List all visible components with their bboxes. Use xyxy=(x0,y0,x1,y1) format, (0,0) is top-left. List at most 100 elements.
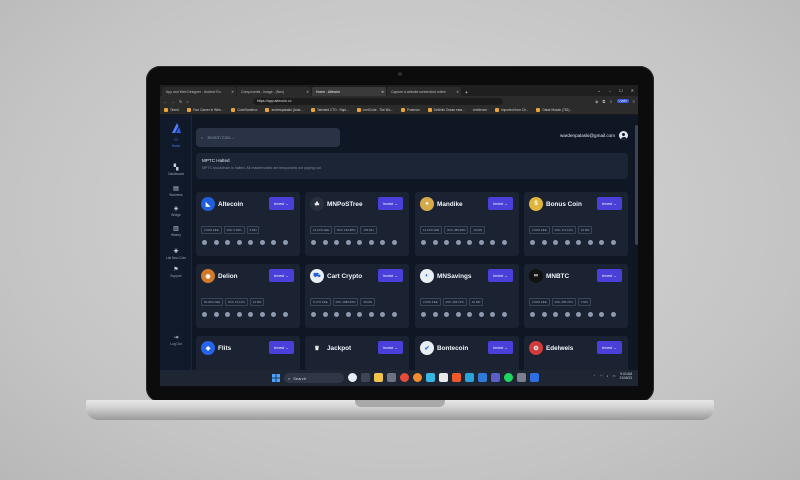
settings-icon[interactable] xyxy=(517,373,526,382)
sidebar-item-logout[interactable]: ⇥ Log Out xyxy=(160,335,192,346)
menu-icon[interactable]: ≡ xyxy=(633,99,635,104)
wifi-icon[interactable]: ◠ xyxy=(600,374,603,378)
invest-button[interactable]: Invest → xyxy=(378,341,403,354)
battery-icon[interactable]: ▭ xyxy=(613,374,616,378)
twitter-icon[interactable] xyxy=(610,240,616,245)
task-view-icon[interactable] xyxy=(361,373,370,382)
chrome-icon[interactable] xyxy=(400,373,409,382)
telegram-icon[interactable] xyxy=(465,373,474,382)
bookmark-item[interactable]: Definitiv Ocean esta... xyxy=(427,108,465,112)
brave-shield-icon[interactable]: ◈ xyxy=(595,99,598,104)
explorer-icon[interactable] xyxy=(322,240,328,245)
brave-icon[interactable] xyxy=(452,373,461,382)
reload-icon[interactable]: ↻ xyxy=(179,99,182,104)
teams-icon[interactable] xyxy=(491,373,500,382)
github-icon[interactable] xyxy=(345,240,351,245)
github-icon[interactable] xyxy=(564,312,570,317)
website-icon[interactable] xyxy=(421,240,426,245)
url-field[interactable]: https://app.altecoin.cc xyxy=(252,97,503,105)
vpn-button[interactable]: • VPN xyxy=(616,99,629,103)
close-window-icon[interactable]: ✕ xyxy=(631,88,634,93)
invest-button[interactable]: Invest → xyxy=(378,269,403,282)
invest-button[interactable]: Invest → xyxy=(378,197,403,210)
taskbar-search[interactable]: ⌕ Search xyxy=(284,373,344,383)
invest-button[interactable]: Invest → xyxy=(269,269,294,282)
twitter-icon[interactable] xyxy=(610,312,616,317)
browser-tab[interactable]: App and Web Designer - Andrew Ru ✕ xyxy=(162,87,236,96)
discord-icon[interactable] xyxy=(553,312,558,317)
discord-icon[interactable] xyxy=(225,240,230,245)
bookmark-item[interactable]: CodeSandbox xyxy=(231,108,257,112)
invest-button[interactable]: Invest → xyxy=(269,197,294,210)
telegram-icon[interactable] xyxy=(599,240,604,245)
github-icon[interactable] xyxy=(236,240,242,245)
sidebar-item-bridge[interactable]: ◈ Bridge xyxy=(160,206,192,217)
sidebar-item-list-new-coin[interactable]: ✚ List New Coin xyxy=(160,249,192,260)
bookmark-item[interactable]: Your Career in Web... xyxy=(186,108,223,112)
globe-icon[interactable] xyxy=(248,240,253,245)
tab-list-icon[interactable]: ⌄ xyxy=(597,88,600,93)
sidebar-item-business[interactable]: ▤ Business xyxy=(160,186,192,197)
globe-icon[interactable] xyxy=(576,312,581,317)
website-icon[interactable] xyxy=(421,312,426,317)
invest-button[interactable]: Invest → xyxy=(597,269,622,282)
altecoin-logo[interactable] xyxy=(170,122,182,134)
invest-button[interactable]: Invest → xyxy=(597,341,622,354)
search-input[interactable]: ⌕ Search Coin... xyxy=(196,128,340,147)
windows-start-icon[interactable] xyxy=(272,374,280,382)
sidebar-item-support[interactable]: ⚑ Support xyxy=(160,267,192,278)
explorer-icon[interactable] xyxy=(541,312,547,317)
avatar[interactable] xyxy=(619,131,628,140)
invest-button[interactable]: Invest → xyxy=(488,341,513,354)
discord-icon[interactable] xyxy=(444,312,449,317)
edge-icon[interactable] xyxy=(426,373,435,382)
discord-icon[interactable] xyxy=(334,240,339,245)
website-icon[interactable] xyxy=(530,240,535,245)
clock[interactable]: 9:00 AM 21/05/23 xyxy=(620,372,632,380)
telegram-icon[interactable] xyxy=(380,240,385,245)
spotify-icon[interactable] xyxy=(504,373,513,382)
twitter-icon[interactable] xyxy=(391,312,397,317)
explorer-icon[interactable] xyxy=(541,240,547,245)
todo-icon[interactable] xyxy=(530,373,539,382)
close-icon[interactable]: ✕ xyxy=(381,90,384,94)
globe-icon[interactable] xyxy=(576,240,581,245)
back-icon[interactable]: ← xyxy=(163,99,167,104)
reddit-icon[interactable] xyxy=(368,312,374,317)
minimize-icon[interactable]: – xyxy=(609,88,611,93)
explorer-icon[interactable] xyxy=(432,312,438,317)
bookmark-item[interactable]: Talented CTO - Rapi... xyxy=(311,108,349,112)
close-icon[interactable]: ✕ xyxy=(306,90,309,94)
twitter-icon[interactable] xyxy=(282,240,288,245)
copilot-icon[interactable] xyxy=(348,373,357,382)
close-icon[interactable]: ✕ xyxy=(456,90,459,94)
forward-icon[interactable]: → xyxy=(171,99,175,104)
volume-icon[interactable]: ◖ xyxy=(607,374,609,378)
globe-icon[interactable] xyxy=(467,240,472,245)
github-icon[interactable] xyxy=(236,312,242,317)
close-icon[interactable]: ✕ xyxy=(231,90,234,94)
telegram-icon[interactable] xyxy=(599,312,604,317)
invest-button[interactable]: Invest → xyxy=(269,341,294,354)
bookmark-item[interactable]: Imported from Ch... xyxy=(494,108,528,112)
website-icon[interactable] xyxy=(202,312,207,317)
reddit-icon[interactable] xyxy=(368,240,374,245)
explorer-icon[interactable] xyxy=(432,240,438,245)
invest-button[interactable]: Invest → xyxy=(488,197,513,210)
github-icon[interactable] xyxy=(455,312,461,317)
sidebar-item-dashboard[interactable]: ▚ Dashboard xyxy=(160,165,192,176)
bookmark-item[interactable]: Postman xyxy=(401,108,420,112)
vscode-icon[interactable] xyxy=(478,373,487,382)
discord-icon[interactable] xyxy=(334,312,339,317)
maximize-icon[interactable]: ☐ xyxy=(619,88,623,93)
github-icon[interactable] xyxy=(345,312,351,317)
discord-icon[interactable] xyxy=(553,240,558,245)
globe-icon[interactable] xyxy=(357,312,362,317)
discord-icon[interactable] xyxy=(444,240,449,245)
telegram-icon[interactable] xyxy=(380,312,385,317)
globe-icon[interactable] xyxy=(357,240,362,245)
browser-tab[interactable]: Capture a website screenshot online ✕ xyxy=(387,87,461,96)
firefox-icon[interactable] xyxy=(413,373,422,382)
reddit-icon[interactable] xyxy=(587,312,593,317)
user-menu[interactable]: wardenpalaski@gmail.com xyxy=(560,131,628,140)
